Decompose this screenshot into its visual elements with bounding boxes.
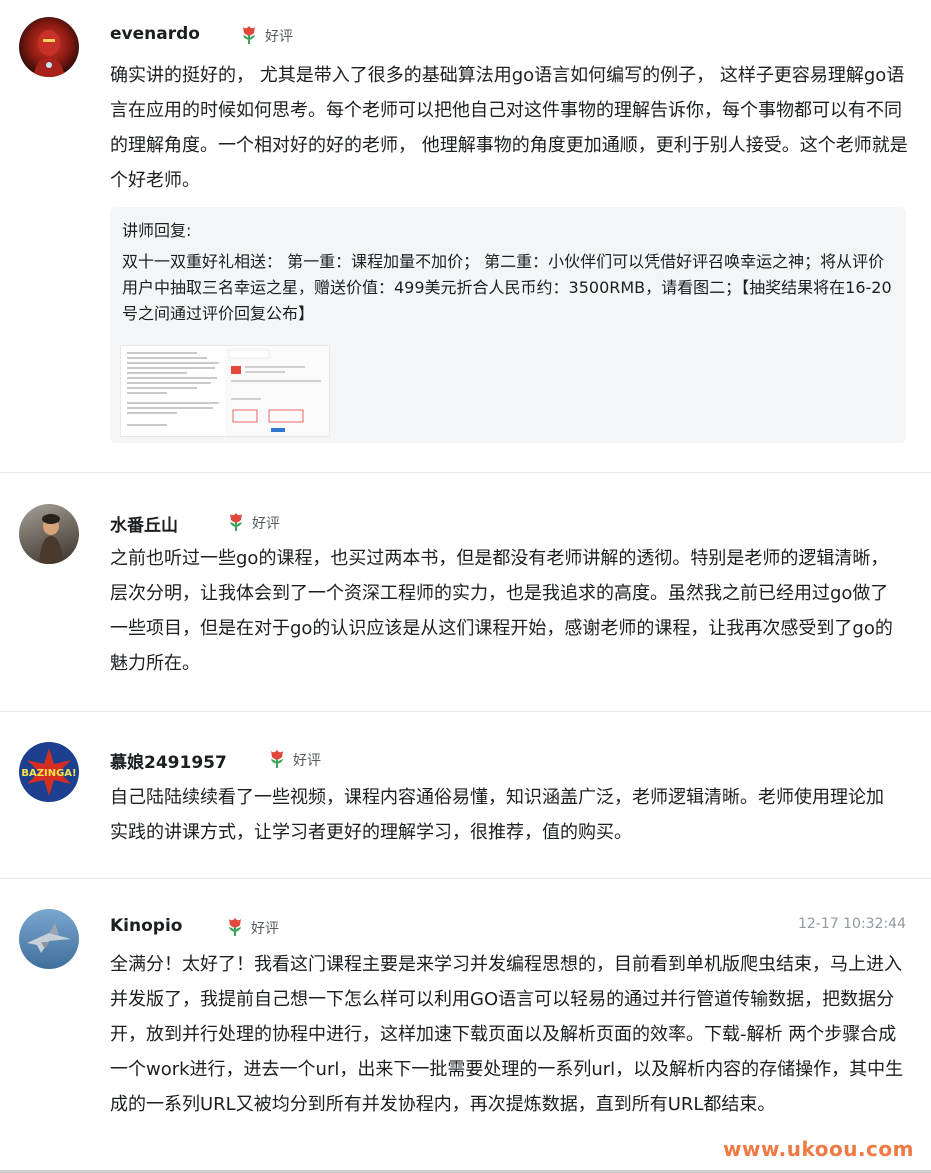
rating-badge: 好评	[225, 510, 280, 536]
divider	[0, 878, 931, 879]
username[interactable]: Kinopio	[110, 916, 182, 936]
rating-badge: 好评	[266, 747, 321, 773]
avatar[interactable]	[19, 504, 79, 564]
avatar[interactable]: BAZINGA!	[19, 742, 79, 802]
flower-icon	[266, 747, 288, 773]
reply-image[interactable]	[120, 345, 330, 437]
rating-badge: 好评	[238, 23, 293, 49]
flower-icon	[224, 915, 246, 941]
divider	[0, 711, 931, 712]
rating-badge: 好评	[224, 915, 279, 941]
rating-label: 好评	[252, 516, 280, 532]
review-content: 确实讲的挺好的， 尤其是带入了很多的基础算法用go语言如何编写的例子， 这样子更…	[110, 65, 908, 191]
reply-title: 讲师回复:	[122, 221, 192, 240]
review-content: 之前也听过一些go的课程，也买过两本书，但是都没有老师讲解的透彻。特别是老师的逻…	[110, 548, 893, 674]
review-time: 12-17 10:32:44	[797, 916, 906, 932]
divider	[0, 472, 931, 473]
avatar[interactable]	[19, 17, 79, 77]
flower-icon	[225, 510, 247, 536]
watermark: www.ukoou.com	[722, 1137, 914, 1161]
flower-icon	[238, 23, 260, 49]
avatar[interactable]	[19, 909, 79, 969]
username[interactable]: 慕娘2491957	[110, 748, 227, 773]
rating-label: 好评	[251, 921, 279, 937]
username[interactable]: 水番丘山	[110, 511, 178, 536]
svg-text:BAZINGA!: BAZINGA!	[21, 768, 76, 779]
rating-label: 好评	[265, 29, 293, 45]
username[interactable]: evenardo	[110, 24, 200, 44]
review-content: 全满分！太好了！我看这门课程主要是来学习并发编程思想的，目前看到单机版爬虫结束，…	[110, 954, 904, 1115]
reply-text: 双十一双重好礼相送： 第一重：课程加量不加价； 第二重：小伙伴们可以凭借好评召唤…	[122, 252, 892, 323]
review-content: 自己陆陆续续看了一些视频，课程内容通俗易懂，知识涵盖广泛，老师逻辑清晰。老师使用…	[110, 787, 884, 843]
teacher-reply: 讲师回复: 双十一双重好礼相送： 第一重：课程加量不加价； 第二重：小伙伴们可以…	[110, 207, 906, 443]
rating-label: 好评	[293, 753, 321, 769]
